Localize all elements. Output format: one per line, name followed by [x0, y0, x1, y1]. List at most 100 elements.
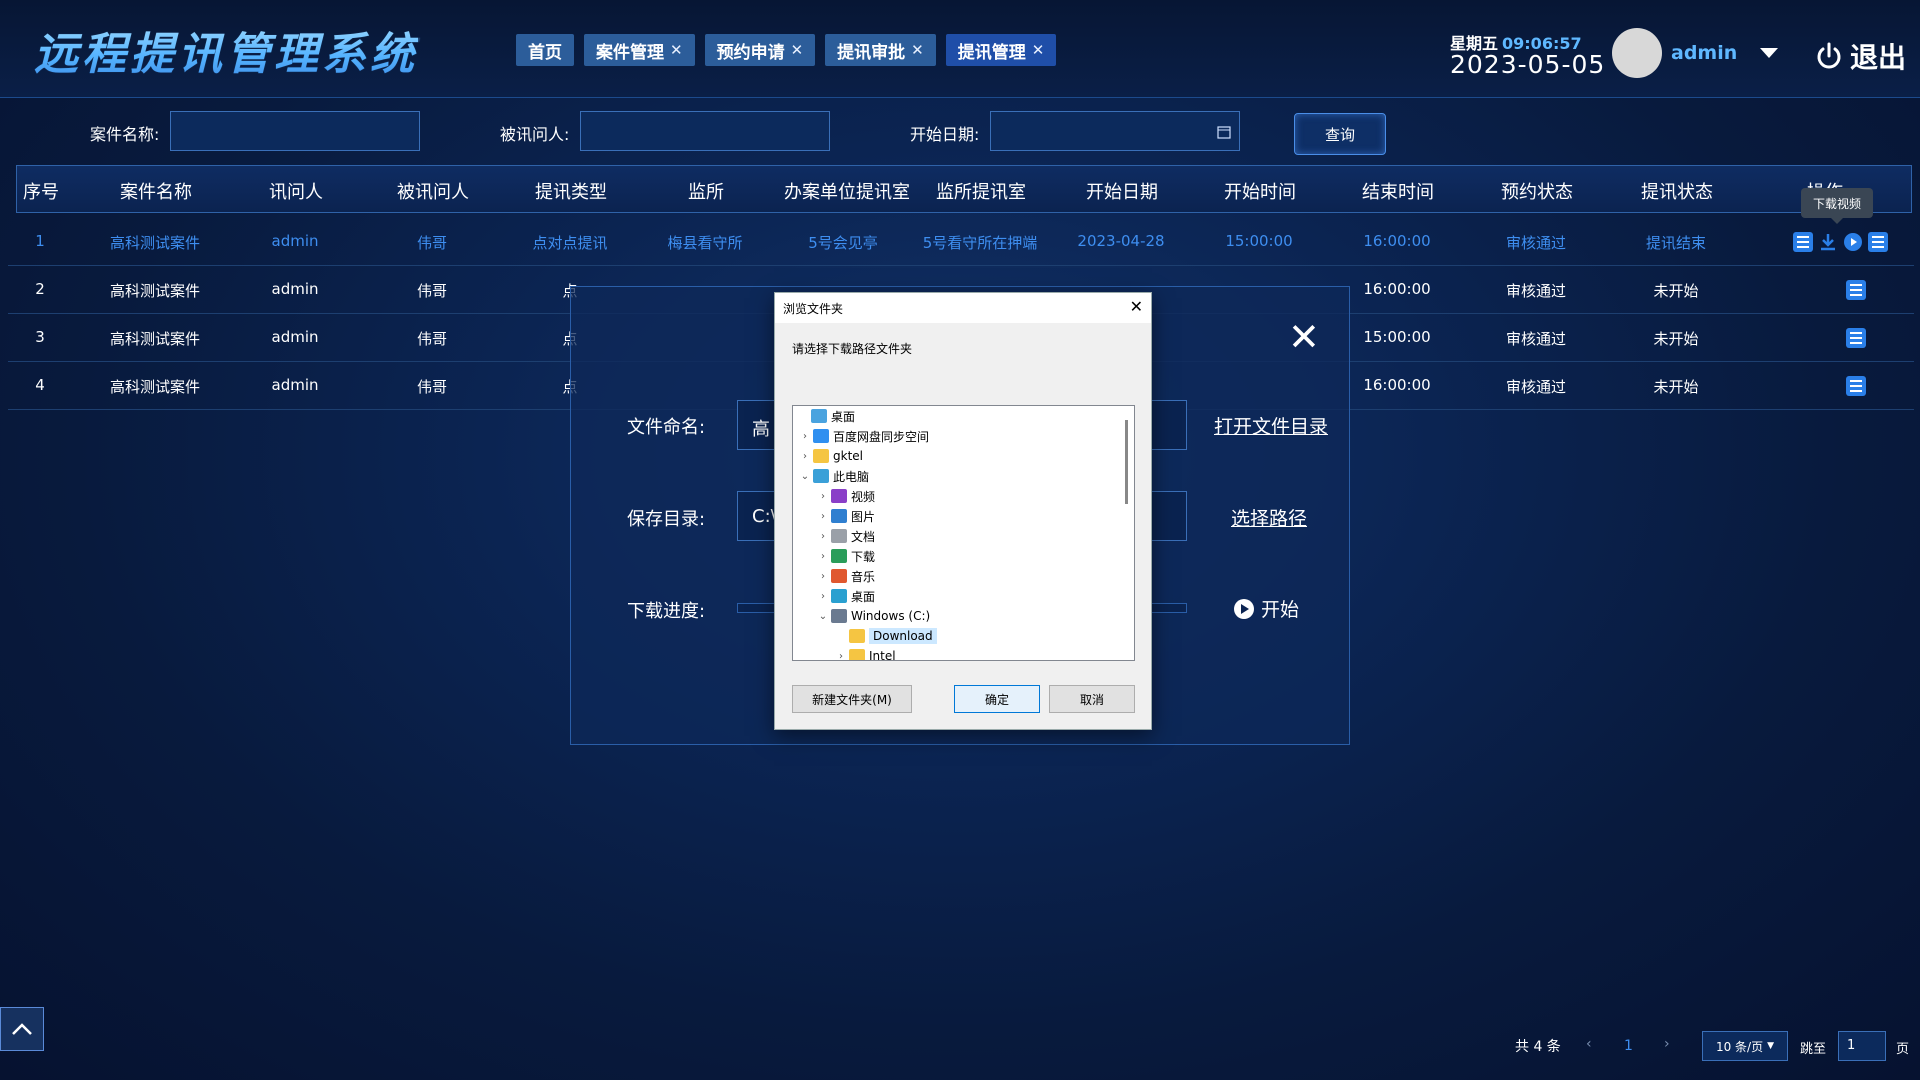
expand-arrow-icon[interactable]: ›: [817, 511, 829, 522]
cell-appt-status: 审核通过: [1505, 234, 1566, 252]
next-page-button[interactable]: ›: [1664, 1036, 1670, 1052]
start-date-input[interactable]: [990, 111, 1240, 151]
tree-item[interactable]: › 文档: [817, 526, 875, 546]
tree-item[interactable]: › gktel: [799, 446, 863, 466]
tab-0[interactable]: 首页: [516, 34, 574, 66]
avatar[interactable]: [1612, 28, 1662, 78]
cell-interrogator: admin: [271, 280, 319, 298]
prev-page-button[interactable]: ‹: [1586, 1036, 1592, 1052]
case-name-label: 案件名称:: [90, 125, 160, 144]
tree-item[interactable]: 桌面: [797, 406, 855, 426]
tree-item[interactable]: › 视频: [817, 486, 875, 506]
folder-icon: [831, 549, 847, 563]
back-to-top-button[interactable]: [0, 1007, 44, 1051]
tree-item-label: 此电脑: [833, 469, 870, 484]
expand-arrow-icon[interactable]: ›: [817, 531, 829, 542]
cell-end-time: 16:00:00: [1363, 232, 1431, 250]
column-header: 讯问人: [269, 182, 323, 203]
expand-arrow-icon[interactable]: ›: [817, 551, 829, 562]
tree-item[interactable]: › 图片: [817, 506, 875, 526]
close-icon[interactable]: ✕: [1288, 318, 1320, 356]
current-date: 2023-05-05: [1450, 50, 1606, 79]
expand-arrow-icon[interactable]: ›: [799, 431, 811, 442]
cell-case: 高科测试案件: [109, 330, 200, 348]
chevron-down-icon[interactable]: [1760, 48, 1778, 58]
expand-arrow-icon[interactable]: ›: [817, 491, 829, 502]
column-header: 开始时间: [1224, 182, 1296, 203]
new-folder-button[interactable]: 新建文件夹(M): [792, 685, 912, 713]
tree-item[interactable]: › 下载: [817, 546, 875, 566]
start-label: 开始: [1261, 599, 1300, 621]
tab-label: 提讯管理: [957, 42, 1026, 63]
file-name-label: 文件命名:: [627, 417, 706, 438]
playback-icon[interactable]: [1843, 232, 1863, 252]
jump-input[interactable]: 1: [1838, 1031, 1886, 1061]
page-number[interactable]: 1: [1624, 1038, 1633, 1054]
cell-interrogatee: 伟哥: [416, 282, 447, 300]
page-suffix: 页: [1896, 1042, 1910, 1057]
cell-interrogatee: 伟哥: [416, 330, 447, 348]
start-download-button[interactable]: 开始: [1233, 595, 1299, 622]
cell-start-date: 2023-04-28: [1077, 232, 1165, 250]
detail-icon[interactable]: [1846, 376, 1866, 396]
expand-arrow-icon[interactable]: ⌄: [799, 471, 811, 482]
folder-icon: [831, 609, 847, 623]
tab-label: 提讯审批: [837, 42, 906, 63]
tree-item[interactable]: › 桌面: [817, 586, 875, 606]
folder-icon: [831, 489, 847, 503]
tree-item[interactable]: ⌄ Windows (C:): [817, 606, 930, 626]
tree-item[interactable]: › 百度网盘同步空间: [799, 426, 929, 446]
close-icon[interactable]: ✕: [911, 41, 924, 59]
column-header: 监所提讯室: [936, 182, 1026, 203]
tab-bar: 首页 案件管理 ✕ 预约申请 ✕ 提讯审批 ✕ 提讯管理 ✕: [516, 34, 1057, 66]
detail-icon[interactable]: [1846, 280, 1866, 300]
tree-item[interactable]: › Intel: [835, 646, 896, 661]
tree-item-label: Download: [869, 628, 937, 644]
tab-1[interactable]: 案件管理 ✕: [584, 34, 695, 66]
dialog-close-icon[interactable]: ✕: [1130, 297, 1143, 316]
tree-item[interactable]: › 音乐: [817, 566, 875, 586]
ok-button[interactable]: 确定: [954, 685, 1040, 713]
video-list-icon[interactable]: [1793, 232, 1813, 252]
detail-icon[interactable]: [1846, 328, 1866, 348]
tree-item[interactable]: Download: [835, 626, 937, 646]
expand-arrow-icon[interactable]: ›: [817, 571, 829, 582]
cell-office-room: 5号会见亭: [808, 234, 878, 252]
username[interactable]: admin: [1671, 42, 1737, 64]
folder-tree[interactable]: 桌面 › 百度网盘同步空间 › gktel ⌄ 此电脑 › 视频 › 图片 › 文档 › 下载 › 音乐 › 桌面 ⌄…: [792, 405, 1135, 661]
close-icon[interactable]: ✕: [670, 41, 683, 59]
tab-4[interactable]: 提讯管理 ✕: [945, 34, 1057, 66]
case-name-input[interactable]: [170, 111, 420, 151]
column-header: 结束时间: [1362, 182, 1434, 203]
cell-status: 未开始: [1653, 378, 1699, 396]
interrogatee-input[interactable]: [580, 111, 830, 151]
tree-item-label: Intel: [869, 649, 896, 661]
tab-2[interactable]: 预约申请 ✕: [704, 34, 816, 66]
cell-prison: 梅县看守所: [667, 234, 743, 252]
expand-arrow-icon[interactable]: ›: [799, 451, 811, 462]
folder-icon: [813, 429, 829, 443]
cell-case: 高科测试案件: [109, 378, 200, 396]
expand-arrow-icon[interactable]: ›: [817, 591, 829, 602]
query-button[interactable]: 查询: [1294, 113, 1386, 155]
cancel-button[interactable]: 取消: [1049, 685, 1135, 713]
tab-label: 预约申请: [716, 42, 785, 63]
calendar-icon[interactable]: [1217, 125, 1231, 139]
cell-interrogator: admin: [271, 232, 319, 250]
cell-interrogator: admin: [271, 376, 319, 394]
logout-button[interactable]: 退出: [1814, 36, 1906, 76]
chevron-down-icon: ▼: [1767, 1041, 1775, 1051]
choose-path-link[interactable]: 选择路径: [1231, 504, 1307, 531]
expand-arrow-icon[interactable]: ⌄: [817, 611, 829, 622]
expand-arrow-icon[interactable]: ›: [835, 651, 847, 661]
detail-icon[interactable]: [1868, 232, 1888, 252]
download-icon[interactable]: [1818, 232, 1838, 252]
open-dir-link[interactable]: 打开文件目录: [1214, 412, 1328, 439]
tree-scrollbar[interactable]: [1125, 420, 1128, 504]
page-size-select[interactable]: 10 条/页 ▼: [1702, 1031, 1788, 1061]
close-icon[interactable]: ✕: [791, 41, 804, 59]
tab-3[interactable]: 提讯审批 ✕: [825, 34, 936, 66]
folder-icon: [831, 589, 847, 603]
close-icon[interactable]: ✕: [1032, 41, 1045, 59]
tree-item[interactable]: ⌄ 此电脑: [799, 466, 869, 486]
